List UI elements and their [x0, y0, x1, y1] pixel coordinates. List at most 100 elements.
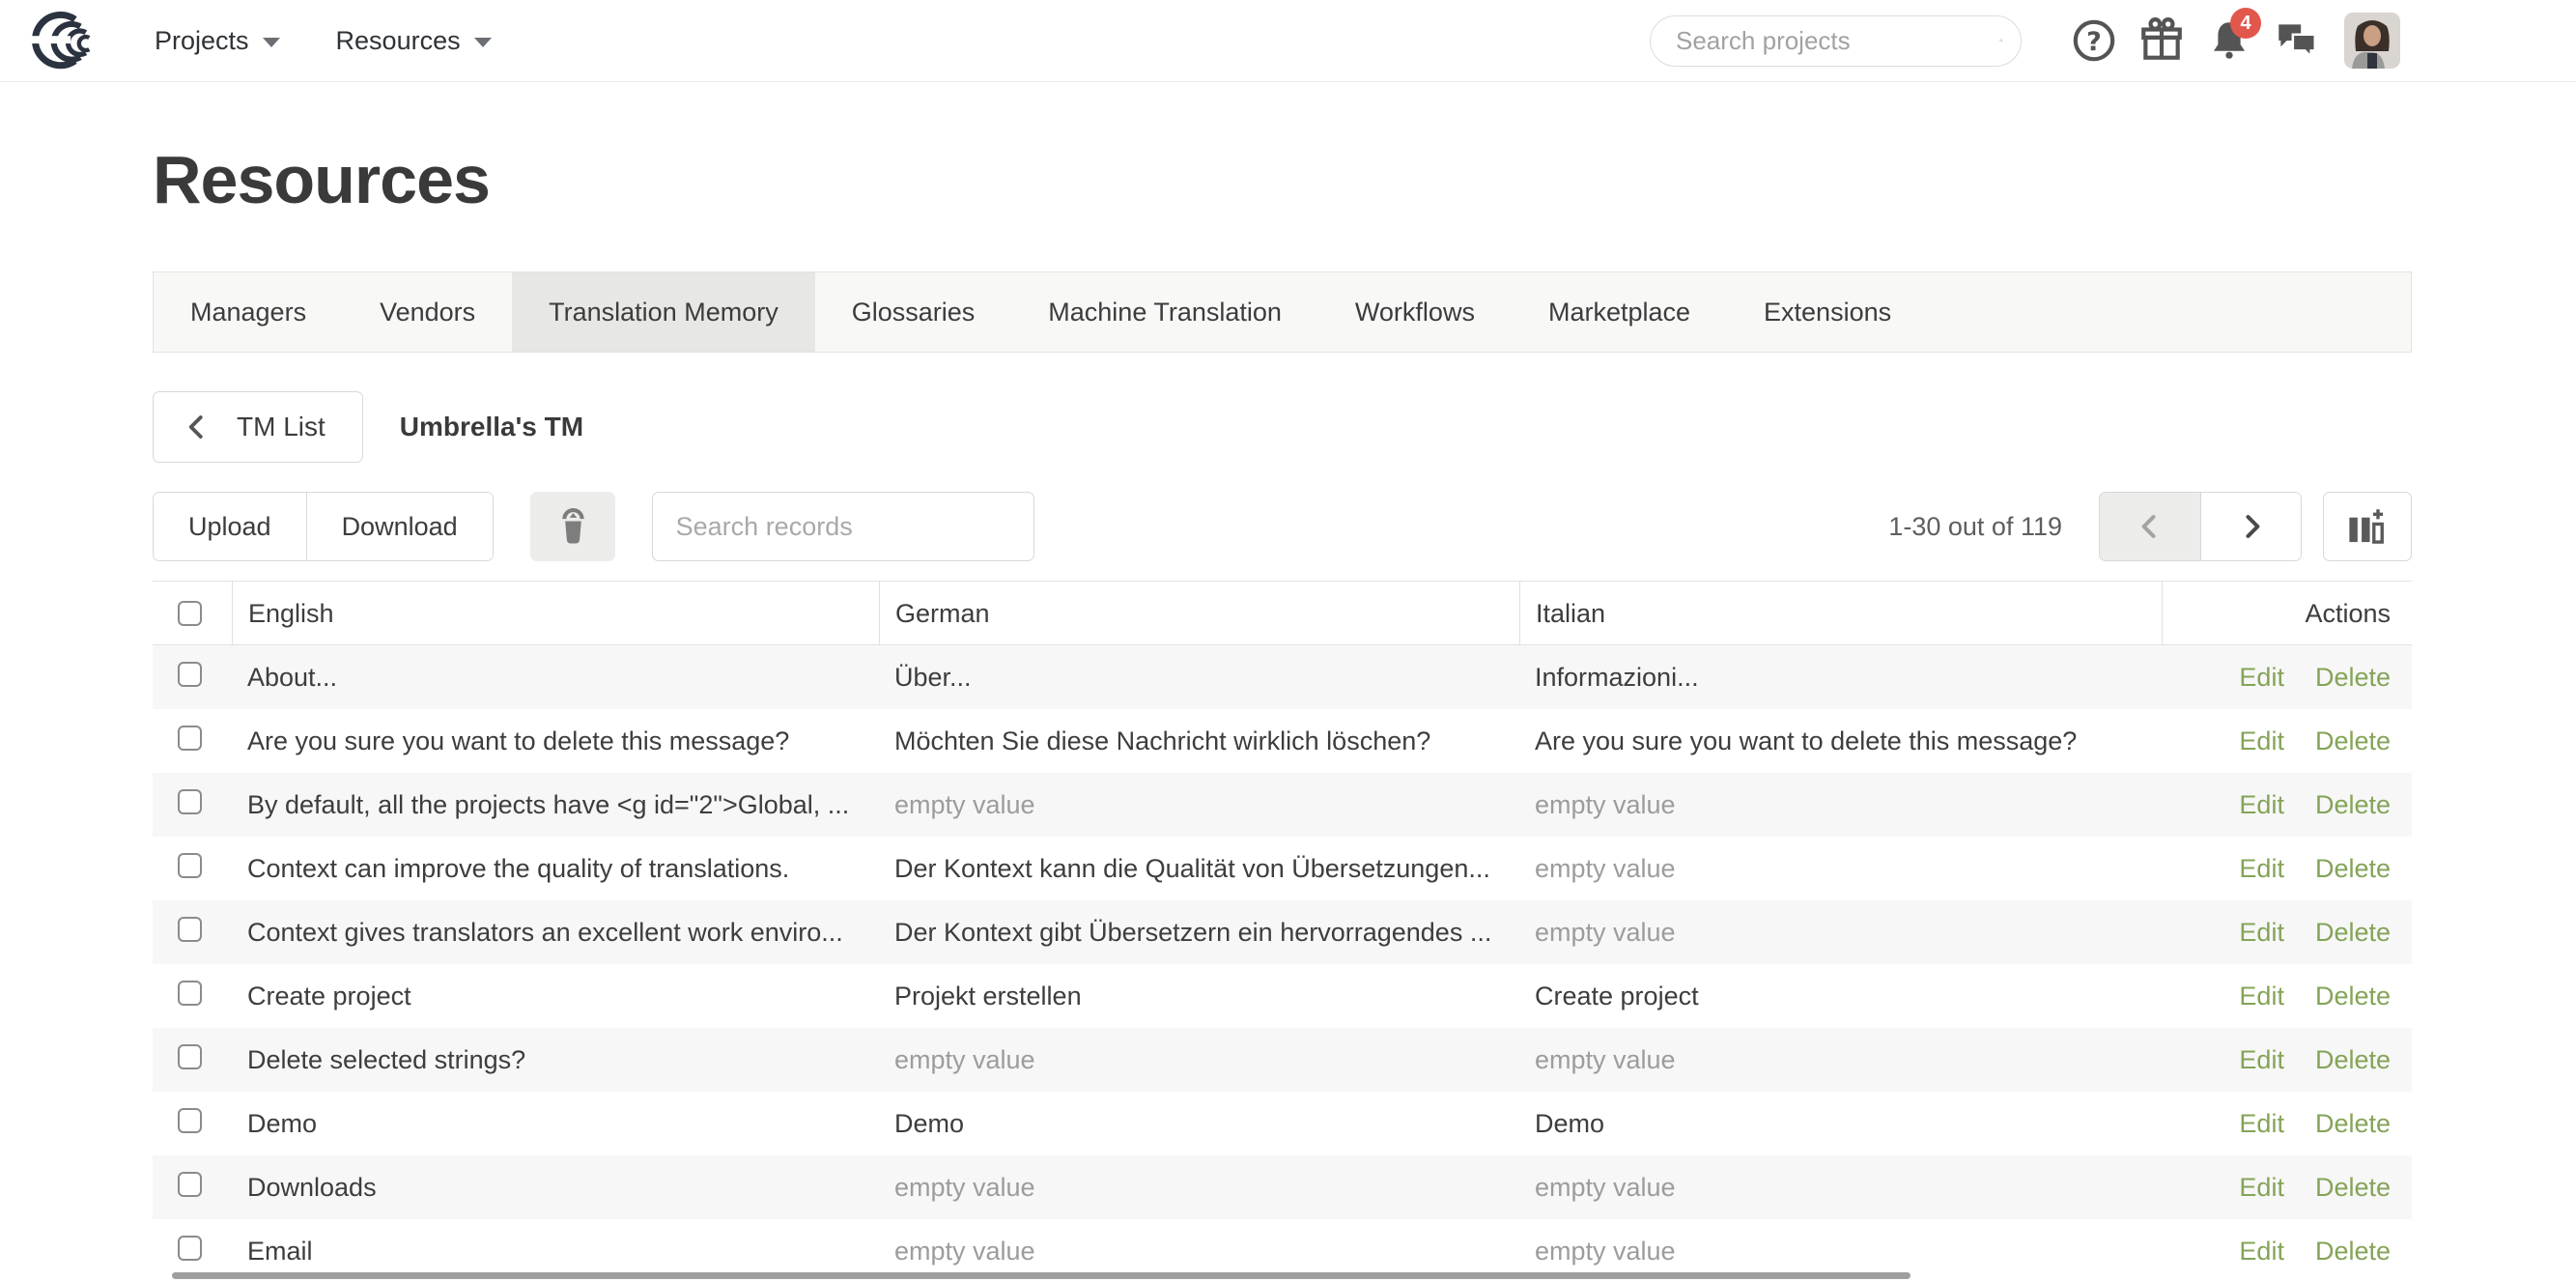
upload-download-group: Upload Download	[153, 492, 494, 561]
delete-link[interactable]: Delete	[2315, 1045, 2391, 1075]
projects-search-input[interactable]	[1676, 26, 1999, 56]
row-checkbox-cell	[153, 789, 232, 821]
nav-menus: Projects Resources	[155, 26, 492, 56]
next-page-button[interactable]	[2200, 493, 2301, 560]
tab-managers[interactable]: Managers	[154, 272, 343, 352]
table-header-row: English German Italian Actions	[153, 582, 2412, 645]
notifications-bell-icon[interactable]: 4	[2195, 12, 2263, 70]
gift-icon[interactable]	[2128, 12, 2195, 70]
select-all-checkbox[interactable]	[178, 601, 202, 626]
delete-selected-button[interactable]	[530, 492, 615, 561]
row-checkbox[interactable]	[178, 1236, 202, 1261]
edit-link[interactable]: Edit	[2239, 790, 2284, 820]
nav-menu-resources[interactable]: Resources	[336, 26, 492, 56]
back-to-tm-list-button[interactable]: TM List	[153, 391, 363, 463]
nav-menu-resources-label: Resources	[336, 26, 461, 56]
delete-link[interactable]: Delete	[2315, 1173, 2391, 1203]
cell-german: Über...	[879, 663, 1519, 693]
app-logo-icon[interactable]	[25, 3, 118, 78]
tab-machine-translation[interactable]: Machine Translation	[1011, 272, 1318, 352]
table-row: Downloads empty value empty value Edit D…	[153, 1155, 2412, 1219]
chevron-left-icon	[2134, 508, 2166, 545]
header-checkbox-cell	[153, 582, 232, 645]
delete-link[interactable]: Delete	[2315, 1109, 2391, 1139]
records-search-input[interactable]	[676, 512, 1010, 542]
manage-columns-button[interactable]	[2323, 492, 2412, 561]
delete-link[interactable]: Delete	[2315, 854, 2391, 884]
row-checkbox[interactable]	[178, 662, 202, 687]
cell-italian: empty value	[1519, 1237, 2162, 1267]
table-row: About... Über... Informazioni... Edit De…	[153, 645, 2412, 709]
messages-icon[interactable]	[2263, 12, 2331, 70]
tab-translation-memory[interactable]: Translation Memory	[512, 272, 815, 352]
delete-link[interactable]: Delete	[2315, 663, 2391, 693]
edit-link[interactable]: Edit	[2239, 1237, 2284, 1267]
row-checkbox[interactable]	[178, 726, 202, 751]
cell-english: Context gives translators an excellent w…	[232, 918, 879, 948]
table-row: Create project Projekt erstellen Create …	[153, 964, 2412, 1028]
tab-extensions[interactable]: Extensions	[1727, 272, 1928, 352]
user-avatar[interactable]	[2344, 13, 2400, 69]
row-checkbox-cell	[153, 1172, 232, 1204]
cell-italian: empty value	[1519, 1173, 2162, 1203]
svg-text:?: ?	[2086, 27, 2102, 57]
edit-link[interactable]: Edit	[2239, 1109, 2284, 1139]
row-checkbox[interactable]	[178, 1044, 202, 1069]
row-checkbox[interactable]	[178, 917, 202, 942]
cell-english: Demo	[232, 1109, 879, 1139]
edit-link[interactable]: Edit	[2239, 1045, 2284, 1075]
edit-link[interactable]: Edit	[2239, 663, 2284, 693]
tab-label: Vendors	[380, 298, 475, 327]
table-row: Context gives translators an excellent w…	[153, 900, 2412, 964]
prev-page-button[interactable]	[2100, 493, 2200, 560]
chevron-left-icon	[183, 411, 212, 443]
tab-workflows[interactable]: Workflows	[1318, 272, 1512, 352]
edit-link[interactable]: Edit	[2239, 726, 2284, 756]
tab-bar: Managers Vendors Translation Memory Glos…	[153, 271, 2412, 353]
cell-english: Delete selected strings?	[232, 1045, 879, 1075]
edit-link[interactable]: Edit	[2239, 1173, 2284, 1203]
help-icon[interactable]: ?	[2060, 12, 2128, 70]
cell-english: By default, all the projects have <g id=…	[232, 790, 879, 820]
cell-actions: Edit Delete	[2162, 1173, 2412, 1203]
edit-link[interactable]: Edit	[2239, 982, 2284, 1011]
delete-link[interactable]: Delete	[2315, 726, 2391, 756]
nav-menu-projects[interactable]: Projects	[155, 26, 280, 56]
tab-glossaries[interactable]: Glossaries	[815, 272, 1012, 352]
row-checkbox[interactable]	[178, 1172, 202, 1197]
delete-link[interactable]: Delete	[2315, 982, 2391, 1011]
tab-marketplace[interactable]: Marketplace	[1512, 272, 1727, 352]
nav-menu-projects-label: Projects	[155, 26, 249, 56]
table-row: Demo Demo Demo Edit Delete	[153, 1092, 2412, 1155]
cell-actions: Edit Delete	[2162, 1109, 2412, 1139]
edit-link[interactable]: Edit	[2239, 854, 2284, 884]
projects-search	[1650, 15, 2022, 67]
tab-label: Marketplace	[1548, 298, 1690, 327]
edit-link[interactable]: Edit	[2239, 918, 2284, 948]
tm-toolbar: Upload Download 1-30 out of 119	[153, 492, 2412, 561]
tab-label: Translation Memory	[549, 298, 778, 327]
cell-italian: empty value	[1519, 790, 2162, 820]
row-checkbox[interactable]	[178, 789, 202, 814]
chevron-down-icon	[474, 38, 492, 47]
cell-german: Der Kontext kann die Qualität von Überse…	[879, 854, 1519, 884]
upload-button[interactable]: Upload	[154, 493, 306, 560]
cell-english: Are you sure you want to delete this mes…	[232, 726, 879, 756]
row-checkbox[interactable]	[178, 853, 202, 878]
horizontal-scrollbar[interactable]	[172, 1272, 1911, 1279]
tab-vendors[interactable]: Vendors	[343, 272, 512, 352]
search-icon[interactable]	[1999, 24, 2003, 57]
table-row: Are you sure you want to delete this mes…	[153, 709, 2412, 773]
row-checkbox[interactable]	[178, 981, 202, 1006]
tab-label: Machine Translation	[1048, 298, 1282, 327]
cell-german: Demo	[879, 1109, 1519, 1139]
delete-link[interactable]: Delete	[2315, 918, 2391, 948]
tab-label: Extensions	[1764, 298, 1891, 327]
cell-actions: Edit Delete	[2162, 663, 2412, 693]
cell-actions: Edit Delete	[2162, 1045, 2412, 1075]
cell-german: Möchten Sie diese Nachricht wirklich lös…	[879, 726, 1519, 756]
delete-link[interactable]: Delete	[2315, 1237, 2391, 1267]
delete-link[interactable]: Delete	[2315, 790, 2391, 820]
download-button[interactable]: Download	[306, 493, 493, 560]
row-checkbox[interactable]	[178, 1108, 202, 1133]
